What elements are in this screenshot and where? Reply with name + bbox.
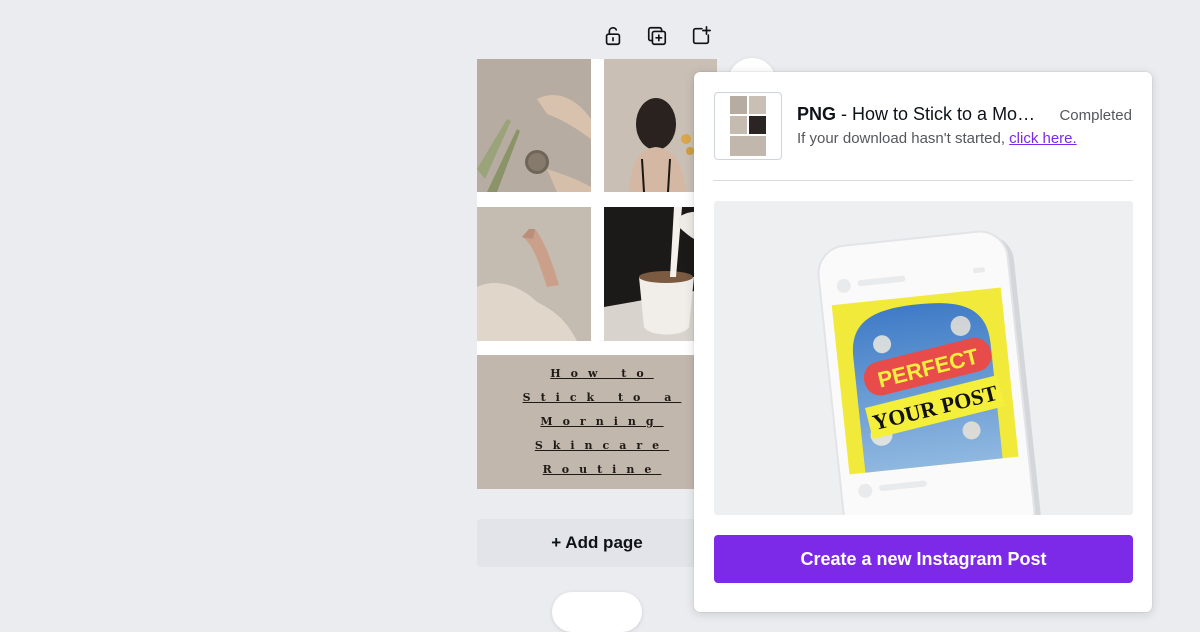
download-status: Completed — [1059, 107, 1132, 124]
caption-block: How to Stick to a Morning Skincare Routi… — [477, 355, 717, 489]
unlock-icon[interactable] — [601, 24, 625, 48]
add-page-button[interactable]: + Add page — [477, 519, 717, 567]
click-here-link[interactable]: click here. — [1009, 130, 1077, 147]
file-name: - How to Stick to a Mor... — [836, 104, 1037, 124]
phone-illustration: PERFECT YOUR POST — [817, 230, 1041, 515]
create-instagram-post-button[interactable]: Create a new Instagram Post — [714, 535, 1133, 583]
caption-line: How to — [550, 367, 654, 380]
duplicate-page-icon[interactable] — [645, 24, 669, 48]
photo-raised-arm — [477, 207, 591, 341]
caption-line: Routine — [542, 463, 662, 476]
download-hint-text: If your download hasn't started, — [797, 130, 1010, 147]
divider — [713, 180, 1133, 181]
file-format: PNG — [797, 104, 837, 124]
scroll-up-button[interactable] — [552, 592, 642, 632]
download-hint: If your download hasn't started, click h… — [797, 130, 1077, 147]
file-thumbnail — [714, 92, 782, 160]
add-page-icon[interactable] — [689, 24, 713, 48]
caption-line: Skincare — [534, 439, 670, 452]
photo-hand-mirror — [477, 59, 591, 192]
caption-line: Stick to a — [522, 391, 682, 404]
design-page[interactable]: How to Stick to a Morning Skincare Routi… — [477, 59, 717, 489]
promo-card: PERFECT YOUR POST — [714, 201, 1133, 515]
caption-line: Morning — [540, 415, 664, 428]
file-title: PNG - How to Stick to a Mor... — [797, 104, 1037, 125]
download-panel: PNG - How to Stick to a Mor... Completed… — [694, 72, 1152, 612]
